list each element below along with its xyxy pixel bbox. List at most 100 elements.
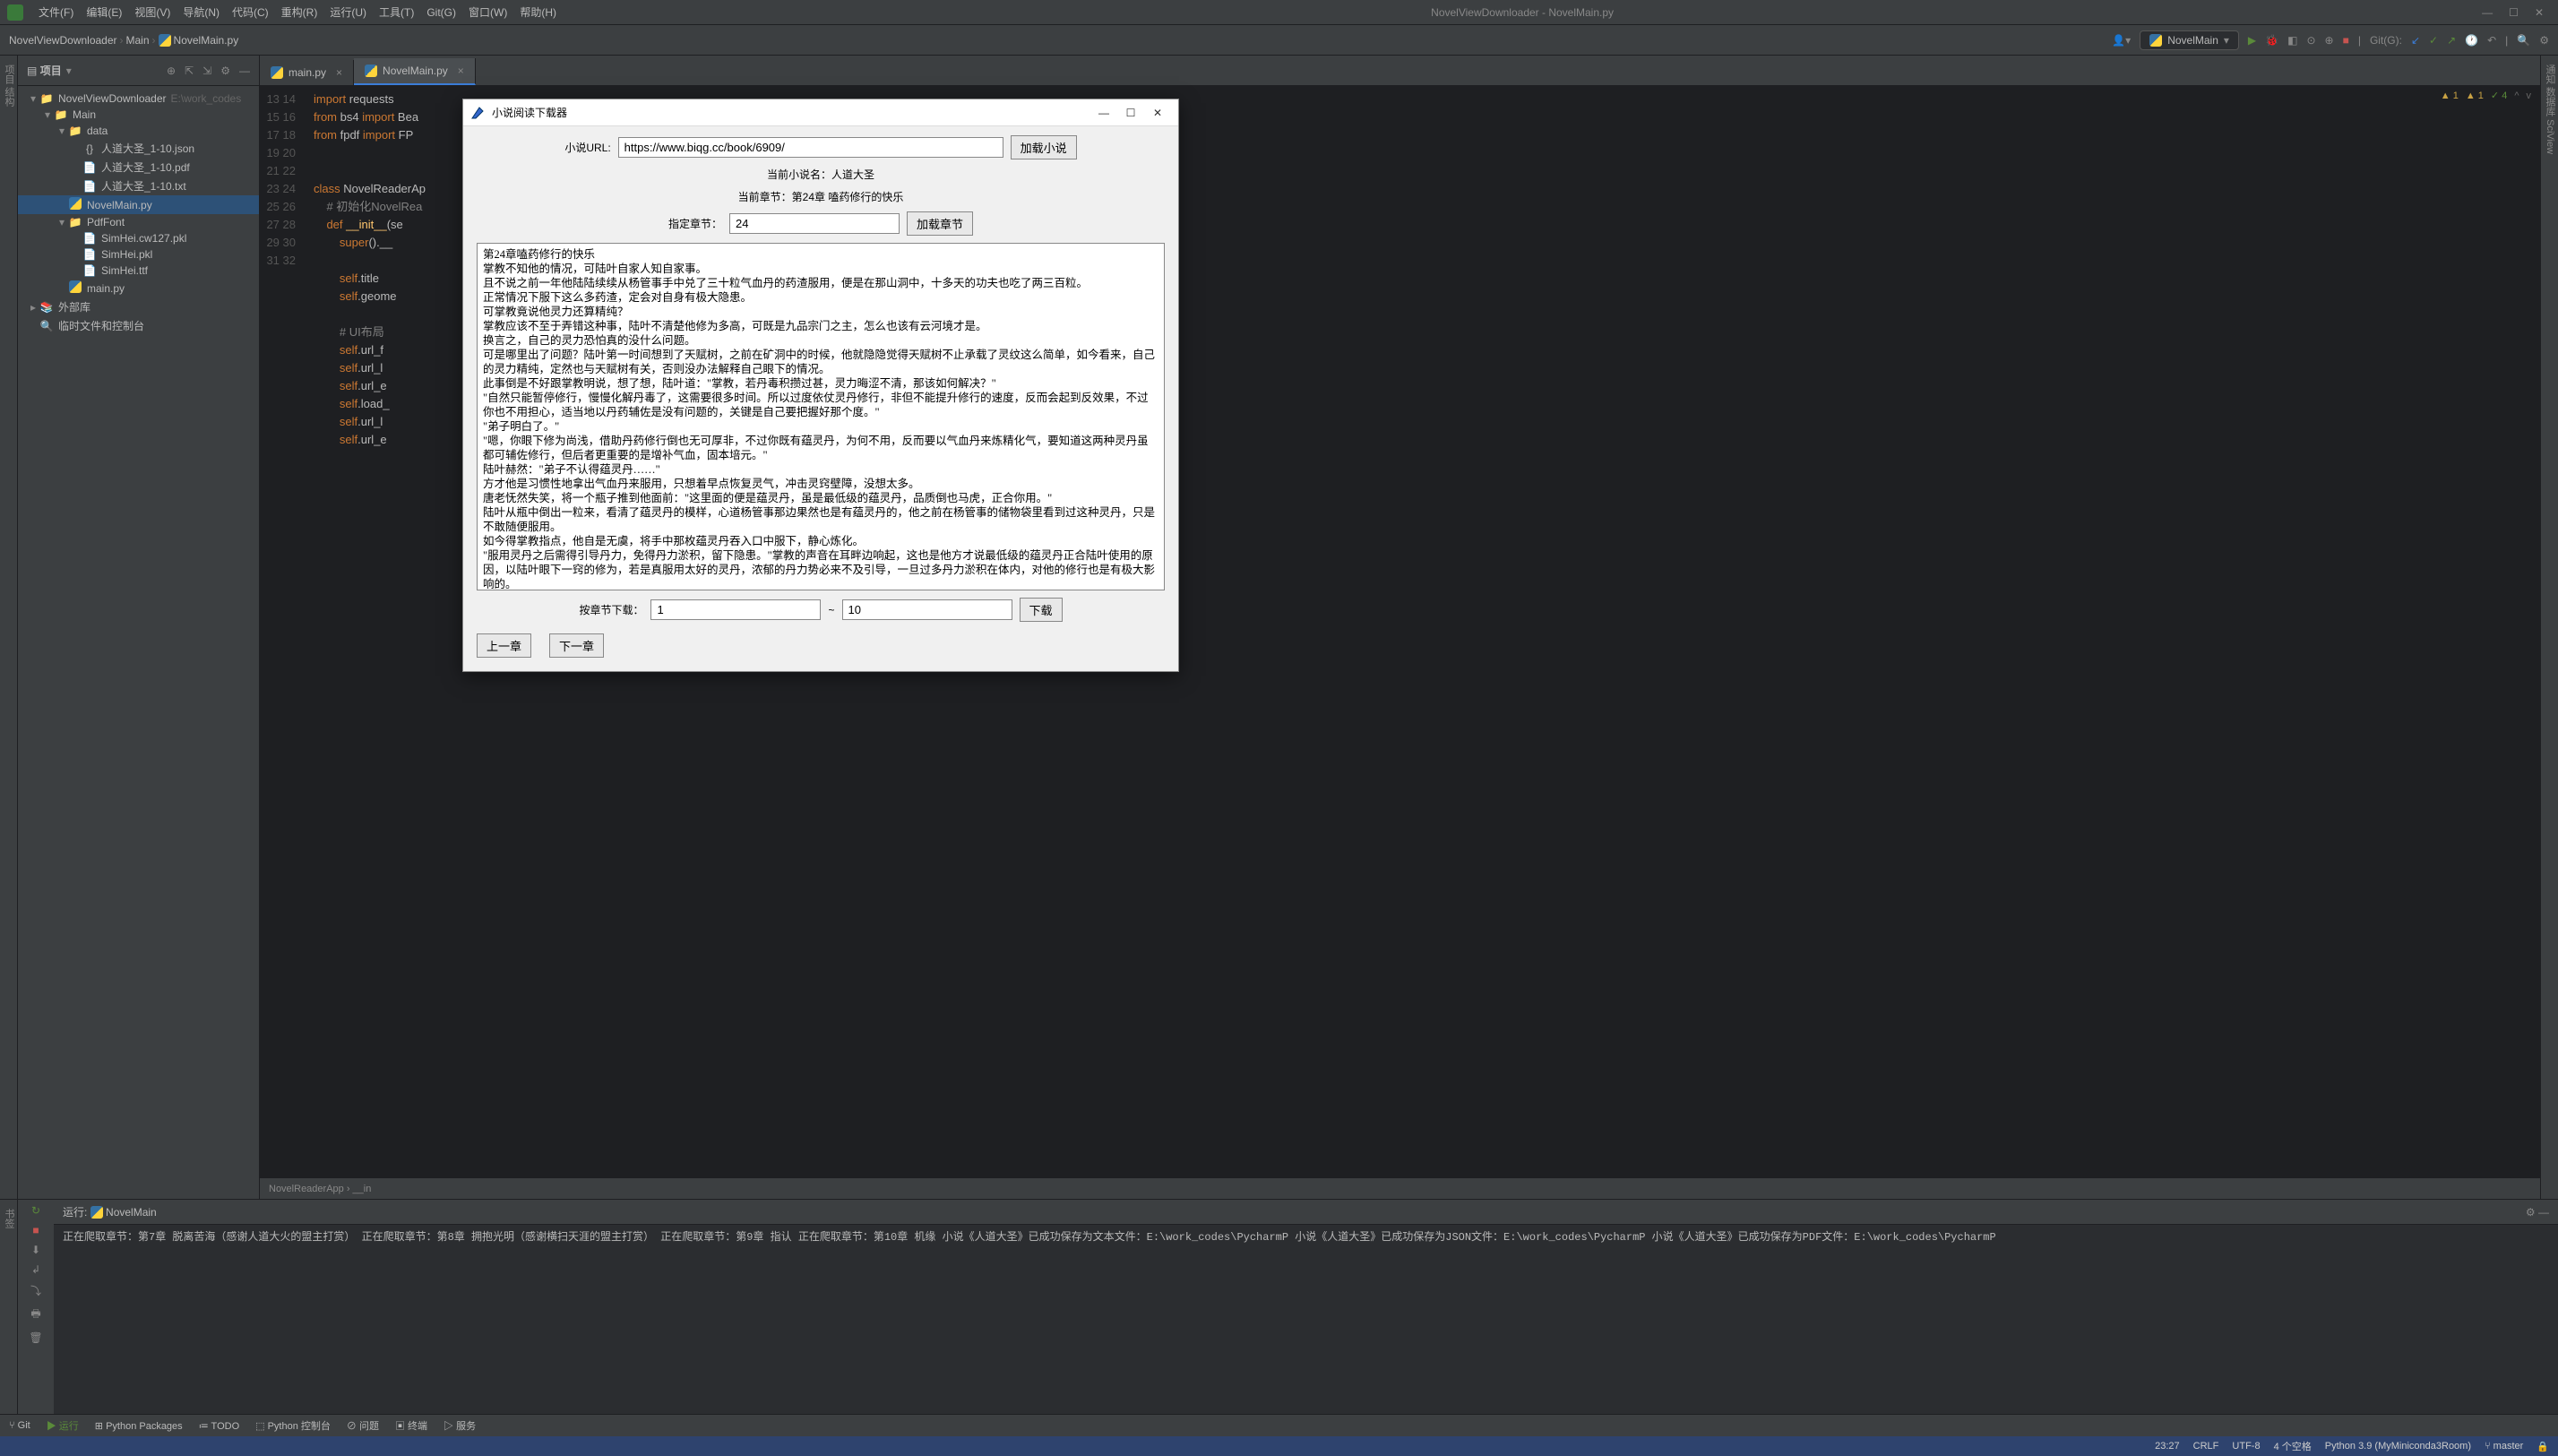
git-commit-icon[interactable]: ✓ [2429,34,2438,47]
code-breadcrumb[interactable]: NovelReaderApp › __in [260,1177,2540,1199]
close-button[interactable]: ✕ [2535,6,2544,19]
breadcrumb-root[interactable]: NovelViewDownloader [9,34,117,47]
from-chapter-input[interactable] [650,599,821,620]
dialog-close[interactable]: ✕ [1144,107,1171,119]
menu-item[interactable]: 视图(V) [128,6,177,19]
menu-item[interactable]: 编辑(E) [80,6,128,19]
minimize-button[interactable]: ― [2482,6,2493,19]
load-chapter-button[interactable]: 加载章节 [907,211,973,236]
packages-tool[interactable]: ⊞ Python Packages [95,1420,183,1432]
panel-title: 项目 [40,63,62,78]
gear-icon[interactable]: ⚙ [220,65,230,77]
download-label: 按章节下载： [579,602,643,617]
download-button[interactable]: 下载 [1020,598,1063,622]
editor-tab[interactable]: main.py× [260,60,354,85]
profile-icon[interactable]: ⊙ [2306,34,2315,47]
git-tool[interactable]: ⑂ Git [9,1420,30,1431]
tree-item[interactable]: ▾📁PdfFont [18,214,259,230]
file-encoding[interactable]: UTF-8 [2232,1441,2260,1452]
tree-item[interactable]: 🔍临时文件和控制台 [18,316,259,335]
novel-content-textarea[interactable]: 第24章嗑药修行的快乐 掌教不知他的情况，可陆叶自家人知自家事。 且不说之前一年… [477,243,1165,590]
lock-icon[interactable]: 🔒 [2536,1441,2549,1452]
line-separator[interactable]: CRLF [2193,1441,2219,1452]
git-history-icon[interactable]: 🕐 [2465,34,2478,47]
menu-item[interactable]: 帮助(H) [513,6,563,19]
tree-item[interactable]: 📄SimHei.ttf [18,263,259,279]
menu-item[interactable]: 运行(U) [323,6,373,19]
chapter-input[interactable] [729,213,900,234]
breadcrumb-file[interactable]: NovelMain.py [174,34,239,47]
down-icon[interactable]: ⬇ [31,1244,40,1256]
console-tool[interactable]: ⬚ Python 控制台 [255,1418,331,1433]
git-push-icon[interactable]: ↗ [2447,34,2456,47]
breadcrumb-folder[interactable]: Main [126,34,150,47]
git-branch[interactable]: ⑂ master [2485,1441,2523,1452]
menu-item[interactable]: 导航(N) [177,6,226,19]
run-configuration-selector[interactable]: NovelMain ▾ [2140,30,2239,50]
bookmarks-rail[interactable]: 书签 [0,1200,18,1414]
tree-item[interactable]: ▾📁Main [18,107,259,123]
project-tree[interactable]: ▾📁NovelViewDownloaderE:\work_codes▾📁Main… [18,86,259,1199]
print-icon[interactable]: 🖶 [30,1305,40,1324]
settings-icon[interactable]: ⚙ [2539,34,2549,47]
coverage-icon[interactable]: ◧ [2287,34,2297,47]
menu-item[interactable]: 重构(R) [275,6,324,19]
load-novel-button[interactable]: 加载小说 [1011,135,1077,159]
tree-item[interactable]: NovelMain.py [18,195,259,214]
menu-item[interactable]: 窗口(W) [462,6,513,19]
run-tool[interactable]: ▶ 运行 [47,1418,79,1433]
search-icon[interactable]: 🔍 [2517,34,2530,47]
todo-tool[interactable]: ≔ TODO [199,1420,239,1432]
soft-wrap-icon[interactable]: ↲ [31,1263,40,1276]
inspection-widget[interactable]: ▲ 1 ▲ 1 ✓ 4 ^v [2441,90,2531,101]
tree-item[interactable]: ▸📚外部库 [18,297,259,316]
dialog-minimize[interactable]: ― [1090,107,1117,119]
user-icon[interactable]: 👤▾ [2112,34,2131,47]
settings-icon[interactable]: ⚙ ― [2526,1206,2549,1219]
menu-item[interactable]: 文件(F) [32,6,80,19]
menu-item[interactable]: 工具(T) [373,6,420,19]
left-tool-rail[interactable]: 项目 结构 [0,56,18,1199]
stop-button[interactable]: ■ [2343,34,2349,47]
to-chapter-input[interactable] [842,599,1012,620]
tree-item[interactable]: ▾📁NovelViewDownloaderE:\work_codes [18,90,259,107]
cursor-position[interactable]: 23:27 [2155,1441,2180,1452]
trash-icon[interactable]: 🗑 [29,1331,42,1344]
tree-item[interactable]: ▾📁data [18,123,259,139]
maximize-button[interactable]: ☐ [2509,6,2519,19]
stop-icon[interactable]: ■ [32,1224,39,1236]
dialog-titlebar[interactable]: 小说阅读下载器 ― ☐ ✕ [463,99,1178,126]
expand-icon[interactable]: ⇲ [202,65,211,77]
breadcrumb[interactable]: NovelViewDownloader › Main › NovelMain.p… [9,34,238,47]
menu-item[interactable]: 代码(C) [226,6,275,19]
run-output[interactable]: 正在爬取章节：第7章 脱离苦海（感谢人道大火的盟主打赏） 正在爬取章节：第8章 … [54,1225,2558,1414]
locate-icon[interactable]: ⊕ [167,65,176,77]
collapse-icon[interactable]: ⇱ [185,65,194,77]
rerun-icon[interactable]: ↻ [31,1204,40,1217]
scroll-icon[interactable]: ⤵ [30,1283,41,1298]
python-interpreter[interactable]: Python 3.9 (MyMiniconda3Room) [2325,1441,2471,1452]
url-input[interactable] [618,137,1003,158]
run-button[interactable]: ▶ [2248,34,2256,47]
next-chapter-button[interactable]: 下一章 [549,633,604,658]
services-tool[interactable]: ▷ 服务 [444,1418,476,1433]
tree-item[interactable]: 📄人道大圣_1-10.txt [18,177,259,195]
tree-item[interactable]: 📄SimHei.pkl [18,246,259,263]
git-update-icon[interactable]: ↙ [2411,34,2420,47]
tree-item[interactable]: main.py [18,279,259,297]
tree-item[interactable]: 📄SimHei.cw127.pkl [18,230,259,246]
dialog-maximize[interactable]: ☐ [1117,107,1144,119]
tree-item[interactable]: {}人道大圣_1-10.json [18,139,259,158]
terminal-tool[interactable]: ▣ 终端 [395,1418,427,1433]
hide-icon[interactable]: ― [239,65,250,77]
tree-item[interactable]: 📄人道大圣_1-10.pdf [18,158,259,177]
prev-chapter-button[interactable]: 上一章 [477,633,531,658]
editor-tab[interactable]: NovelMain.py× [354,58,476,85]
debug-button[interactable]: 🐞 [2265,34,2278,47]
right-tool-rail[interactable]: 通知 数据库 SciView [2540,56,2558,1199]
problems-tool[interactable]: ⊘ 问题 [347,1418,379,1433]
menu-item[interactable]: Git(G) [420,6,462,19]
indent-setting[interactable]: 4 个空格 [2274,1439,2312,1453]
git-rollback-icon[interactable]: ↶ [2487,34,2496,47]
attach-icon[interactable]: ⊕ [2325,34,2334,47]
